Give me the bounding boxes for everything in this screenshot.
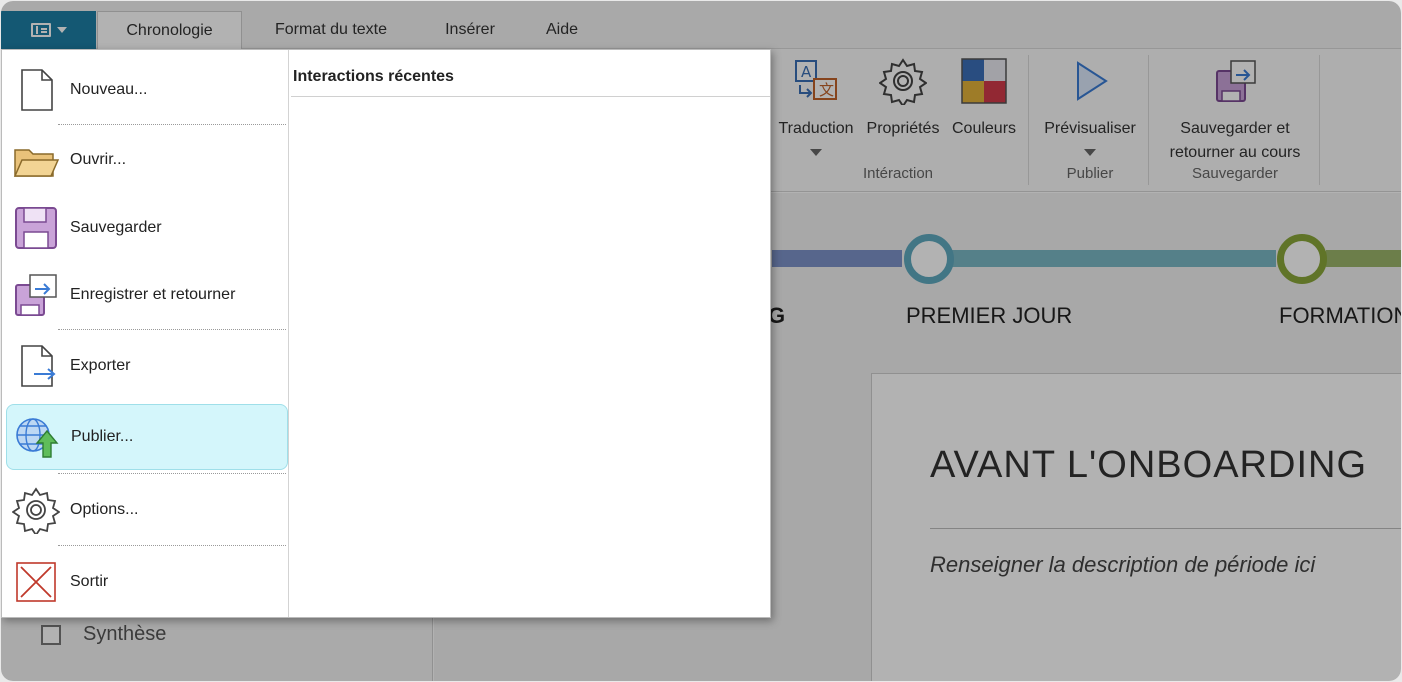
menu-item-publish[interactable]: Publier...: [6, 404, 288, 470]
menu-item-label: Ouvrir...: [70, 151, 127, 168]
menu-item-label: Sortir: [70, 573, 109, 590]
app-window: Chronologie Format du texte Insérer Aide…: [1, 1, 1401, 681]
floppy-disk-icon: [15, 207, 57, 249]
menu-item-export[interactable]: Exporter: [6, 334, 288, 398]
menu-separator: [58, 473, 286, 474]
menu-item-exit[interactable]: Sortir: [6, 550, 288, 614]
menu-item-options[interactable]: Options...: [6, 478, 288, 542]
menu-item-label: Enregistrer et retourner: [70, 286, 236, 303]
globe-upload-icon: [16, 418, 59, 458]
menu-separator: [58, 329, 286, 330]
file-menu-panel: Nouveau... Ouvrir... Sauvegarder Enregis…: [1, 49, 771, 618]
exit-x-icon: [16, 562, 56, 602]
file-menu-commands: Nouveau... Ouvrir... Sauvegarder Enregis…: [2, 50, 289, 617]
menu-item-save[interactable]: Sauvegarder: [6, 198, 288, 258]
menu-item-label: Nouveau...: [70, 81, 148, 98]
menu-item-label: Publier...: [71, 428, 134, 445]
menu-separator: [58, 545, 286, 546]
menu-item-label: Exporter: [70, 357, 131, 374]
menu-item-label: Sauvegarder: [70, 219, 162, 236]
divider: [291, 96, 770, 97]
menu-separator: [58, 124, 286, 125]
export-icon: [21, 345, 56, 387]
new-file-icon: [21, 69, 53, 111]
menu-item-open[interactable]: Ouvrir...: [6, 130, 288, 190]
recent-interactions-title: Interactions récentes: [293, 68, 454, 85]
folder-icon: [13, 149, 60, 177]
menu-item-label: Options...: [70, 501, 139, 518]
gear-icon: [12, 487, 60, 534]
save-return-icon: [15, 274, 57, 316]
menu-item-new[interactable]: Nouveau...: [6, 60, 288, 120]
menu-item-save-and-return[interactable]: Enregistrer et retourner: [6, 264, 288, 326]
